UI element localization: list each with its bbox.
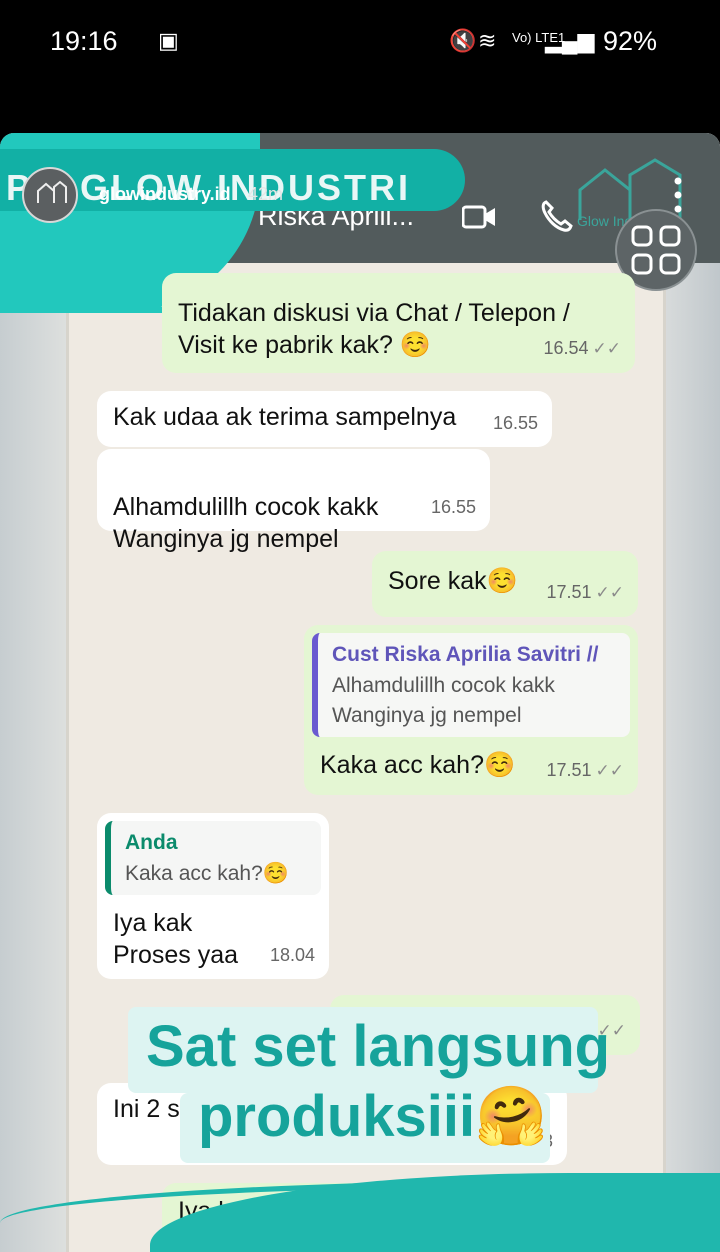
message-text: Ini 2 s [113,1095,180,1123]
quote-text: Alhamdulillh cocok kakk Wanginya jg nemp… [332,674,555,727]
quote-author: Anda [125,831,178,854]
message-bubble: Kak udaa ak terima sampelnya 16.55 [97,391,552,447]
message-text: Kak udaa ak terima sampelnya [113,403,457,431]
message-text: Tidakan diskusi via Chat / Telepon / Vis… [178,299,570,359]
overlay-caption-line1: Sat set langsung [146,1014,611,1079]
quoted-message[interactable]: Anda Kaka acc kah?☺️ [105,821,321,895]
mute-icon: 🔇 [449,28,477,53]
status-bar: 19:16 ▣ 🔇 ≋ Vo) LTE1 ▂▄▆ 92% [0,0,720,80]
battery-percent: 92% [603,26,658,56]
story-time: 42m [248,184,284,204]
phone-icon[interactable] [540,199,574,233]
message-bubble: Sore kak☺️ 17.51 ✓✓ [372,551,638,617]
message-bubble: Tidakan diskusi via Chat / Telepon / Vis… [162,273,635,373]
overlay-caption-line2: produksiii🤗 [198,1084,548,1149]
video-call-icon[interactable] [462,205,496,229]
read-tick-icon: ✓✓ [595,583,625,602]
message-text: Sore kak☺️ [388,567,518,595]
signal-icon: ▂▄▆ [545,28,595,53]
wifi-icon: ≋ [478,28,497,53]
message-time: 17.51 ✓✓ [546,760,625,780]
quote-text: Kaka acc kah?☺️ [125,862,289,885]
screenshot-icon: ▣ [158,28,179,53]
quoted-message[interactable]: Cust Riska Aprilia Savitri // Alhamdulil… [312,633,630,737]
read-tick-icon: ✓✓ [595,761,625,780]
story-username[interactable]: glowindustry.id [99,184,231,205]
story-frame[interactable]: Riska Aprili... Glow Industry PT. GLOW I… [0,133,720,1252]
read-tick-icon: ✓✓ [592,339,622,358]
avatar[interactable] [22,167,78,223]
message-text: Kaka acc kah?☺️ [320,751,516,779]
message-time: 16.55 [492,413,538,433]
message-bubble: Anda Kaka acc kah?☺️ Iya kak Proses yaa … [97,813,329,979]
status-time: 19:16 [50,26,118,56]
more-options-icon[interactable] [668,175,688,215]
message-bubble: Cust Riska Aprilia Savitri // Alhamdulil… [304,625,638,795]
message-time: 16.55 [430,497,476,517]
quote-author: Cust Riska Aprilia Savitri // [332,643,599,666]
message-time: 18.04 [269,945,315,965]
message-time: 17.51 ✓✓ [546,582,625,602]
message-bubble: Alhamdulillh cocok kakk Wanginya jg nemp… [97,449,490,553]
message-time: 16.54 ✓✓ [543,338,622,358]
